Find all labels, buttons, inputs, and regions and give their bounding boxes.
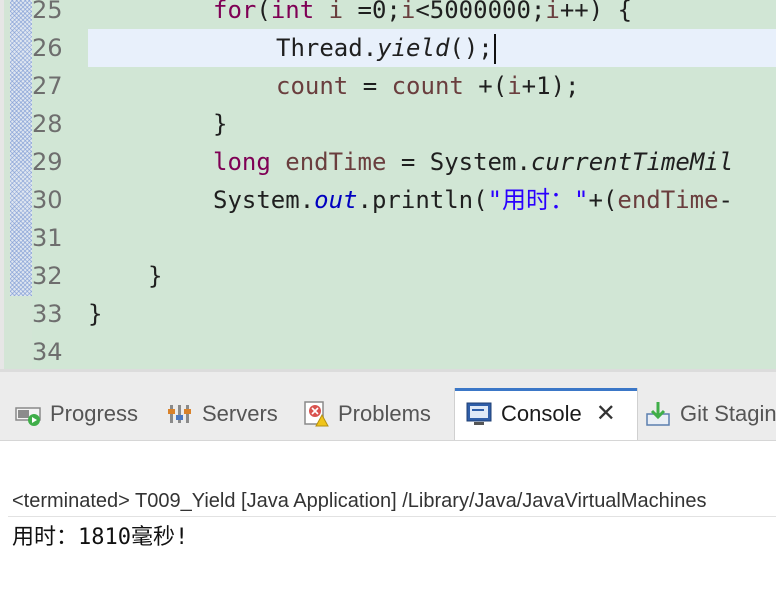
views-separator [0, 372, 776, 388]
console-output-text[interactable]: 用时：1810毫秒! [12, 521, 188, 555]
line-number: 27 [32, 72, 63, 100]
tab-git-staging[interactable]: Git Staging [644, 388, 776, 440]
code-line-28[interactable]: } [213, 105, 227, 143]
code-text: = System. [386, 148, 531, 176]
local-variable: endTime [285, 148, 387, 176]
git-staging-icon [646, 402, 670, 426]
code-text: =0; [343, 0, 401, 24]
static-method: yield [377, 34, 450, 62]
divider [8, 516, 776, 517]
code-text: System. [213, 186, 315, 214]
eclipse-window: 25 26 27 28 29 30 31 32 33 34 for(int i … [0, 0, 776, 600]
code-text: } [213, 110, 228, 138]
keyword: int [270, 0, 315, 24]
code-line-32[interactable]: } [148, 257, 162, 295]
local-variable: endTime [617, 186, 719, 214]
code-text: } [88, 300, 103, 328]
code-line-33[interactable]: } [88, 295, 102, 333]
tab-console[interactable]: Console ✕ [454, 388, 638, 440]
code-text: - [718, 186, 733, 214]
line-number: 32 [32, 262, 63, 290]
console-icon [466, 402, 492, 425]
problems-icon [304, 401, 329, 427]
bottom-views-tab-bar: Progress Servers Problems Console ✕ Git … [0, 388, 776, 441]
code-line-26[interactable]: Thread.yield(); [276, 29, 496, 67]
tab-servers[interactable]: Servers [166, 388, 292, 440]
tab-label: Problems [338, 401, 431, 426]
local-variable: i [400, 0, 416, 24]
progress-icon [15, 407, 41, 426]
static-field: out [314, 186, 358, 214]
line-number-ruler: 25 26 27 28 29 30 31 32 33 34 [32, 0, 84, 372]
code-text: (); [449, 34, 493, 62]
console-process-header: <terminated> T009_Yield [Java Applicatio… [12, 490, 707, 512]
line-number: 28 [32, 110, 63, 138]
line-number: 26 [32, 34, 63, 62]
code-line-30[interactable]: System.out.println("用时："+(endTime- [213, 181, 733, 219]
code-text: ++) { [559, 0, 633, 24]
code-text: +( [463, 72, 508, 100]
code-text: +1); [521, 72, 580, 100]
local-variable: i [545, 0, 560, 24]
code-text: <5000000; [415, 0, 546, 24]
local-variable: i [507, 72, 522, 100]
tab-label: Console [501, 401, 582, 426]
tab-label: Servers [202, 401, 278, 426]
line-number: 30 [32, 186, 63, 214]
tab-label: Git Staging [680, 401, 776, 426]
local-variable: i [328, 0, 344, 24]
code-text: } [148, 262, 163, 290]
code-line-25[interactable]: for(int i =0;i<5000000;i++) { [213, 0, 632, 29]
line-number: 25 [32, 0, 63, 24]
code-line-29[interactable]: long endTime = System.currentTimeMil [213, 143, 733, 181]
code-text: ( [256, 0, 271, 24]
local-variable: count [276, 72, 349, 100]
line-number: 33 [32, 300, 63, 328]
keyword: long [213, 148, 271, 176]
text-caret [493, 34, 496, 64]
servers-icon [168, 405, 191, 423]
local-variable: count [391, 72, 464, 100]
code-editor[interactable]: 25 26 27 28 29 30 31 32 33 34 for(int i … [0, 0, 776, 372]
code-line-27[interactable]: count = count +(i+1); [276, 67, 579, 105]
static-method: currentTimeMil [530, 148, 734, 176]
string-literal: "用时：" [487, 186, 589, 214]
tab-label: Progress [50, 401, 139, 426]
tab-progress[interactable]: Progress [14, 388, 154, 440]
line-number: 31 [32, 224, 63, 252]
close-icon[interactable]: ✕ [596, 402, 616, 426]
code-text: Thread. [276, 34, 378, 62]
code-text: +( [588, 186, 618, 214]
code-text: .println( [357, 186, 488, 214]
keyword: for [213, 0, 257, 24]
line-number: 29 [32, 148, 63, 176]
quick-diff-ruler [4, 0, 36, 372]
tab-problems[interactable]: Problems [302, 388, 450, 440]
console-view[interactable]: <terminated> T009_Yield [Java Applicatio… [0, 441, 776, 600]
code-text: = [348, 72, 392, 100]
line-number: 34 [32, 338, 63, 366]
